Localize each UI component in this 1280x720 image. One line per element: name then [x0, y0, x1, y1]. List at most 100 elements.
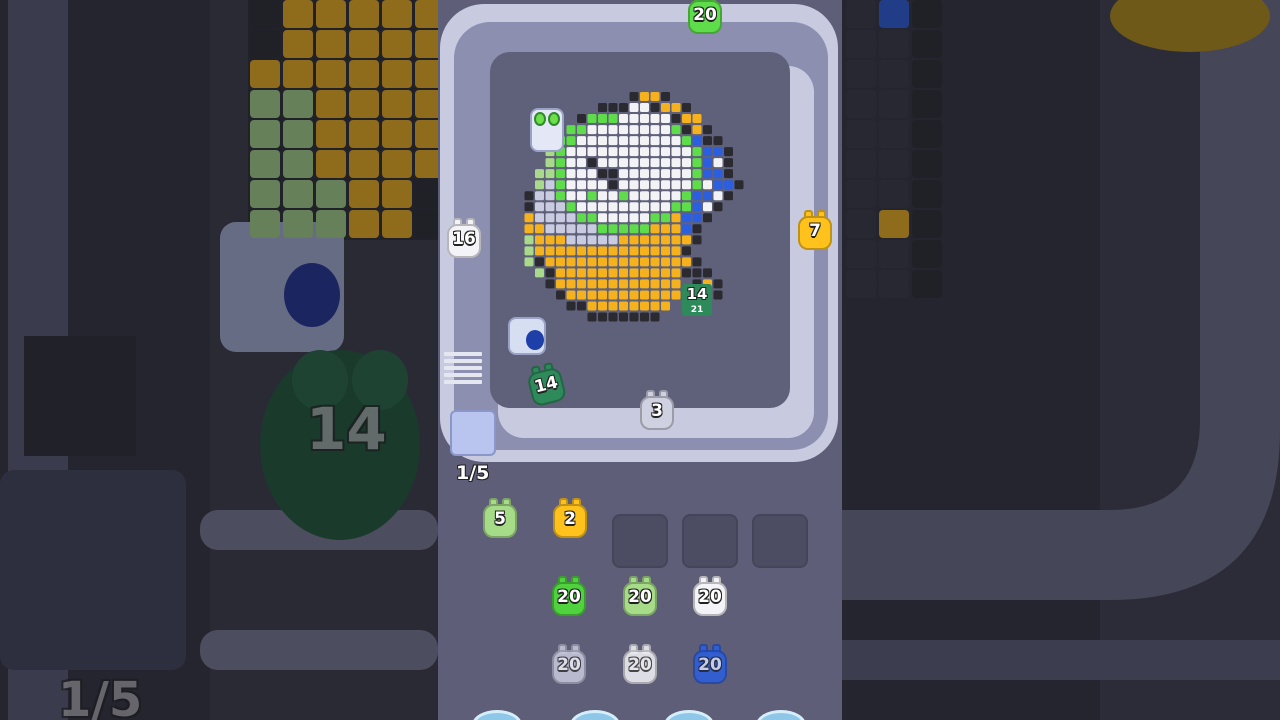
queued-pig[interactable]: 5 — [480, 496, 520, 540]
pixel-cell — [608, 246, 618, 256]
pixel-cell — [619, 224, 628, 234]
pixel-cell — [524, 191, 534, 201]
pixel-cell — [650, 268, 660, 278]
pixel-cell — [577, 125, 586, 135]
pixel-cell — [608, 158, 618, 168]
pixel-cell — [587, 158, 597, 168]
pixel-cell — [587, 191, 597, 201]
waiting-pig[interactable]: 20 — [549, 574, 589, 618]
pixel-cell — [640, 312, 649, 322]
pixel-cell — [629, 257, 639, 267]
queue-slot[interactable] — [682, 514, 738, 568]
pixel-cell — [724, 169, 733, 179]
pixel-cell — [650, 125, 660, 135]
pixel-cell — [629, 301, 639, 311]
pixel-cell — [556, 268, 565, 278]
pixel-cell — [587, 180, 597, 190]
conveyor-pig-left[interactable]: 16 — [444, 216, 484, 260]
pixel-cell — [598, 235, 607, 245]
pixel-cell — [671, 290, 681, 300]
pixel-cell — [671, 191, 681, 201]
pixel-cell — [650, 202, 660, 212]
pixel-cell — [566, 235, 576, 245]
pixel-cell — [692, 125, 702, 135]
pixel-cell — [640, 103, 649, 113]
pixel-cell — [535, 268, 544, 278]
queued-pig[interactable]: 2 — [550, 496, 590, 540]
pixel-cell — [682, 158, 691, 168]
pixel-cell — [650, 224, 660, 234]
pixel-cell — [535, 235, 544, 245]
pig-count: 20 — [557, 587, 581, 607]
pixel-cell — [619, 191, 628, 201]
pixel-cell — [587, 301, 597, 311]
pixel-cell — [608, 180, 618, 190]
pixel-cell — [661, 301, 670, 311]
pixel-cell — [640, 180, 649, 190]
pixel-cell — [619, 257, 628, 267]
pixel-cell — [629, 224, 639, 234]
pixel-cell — [598, 103, 607, 113]
conveyor-pig-right[interactable]: 7 — [795, 208, 835, 252]
pixel-cell — [629, 147, 639, 157]
conveyor-pig-bottom[interactable]: 3 — [637, 388, 677, 432]
pixel-cell — [640, 92, 649, 101]
pixel-cell — [629, 235, 639, 245]
pixel-cell — [598, 213, 607, 223]
pixel-cell — [650, 158, 660, 168]
pig-count: 20 — [557, 655, 581, 675]
pixel-cell — [566, 268, 576, 278]
pixel-cell — [556, 191, 565, 201]
pixel-cell — [598, 169, 607, 179]
queue-slot[interactable]: 5 — [472, 498, 528, 568]
goggle-icon — [548, 112, 560, 126]
pixel-cell — [577, 147, 586, 157]
pig-count: 20 — [693, 5, 717, 25]
pixel-cell — [577, 290, 586, 300]
pixel-cell — [650, 169, 660, 179]
pixel-cell — [650, 257, 660, 267]
pixel-cell — [661, 147, 670, 157]
pixel-cell — [545, 191, 555, 201]
pixel-cell — [587, 257, 597, 267]
pixel-cell — [577, 180, 586, 190]
pixel-cell — [640, 114, 649, 124]
pixel-cell — [608, 268, 618, 278]
pixel-cell — [692, 136, 702, 146]
pig-count: 16 — [452, 229, 476, 249]
pixel-cell — [640, 191, 649, 201]
pixel-cell — [692, 180, 702, 190]
pixel-cell — [713, 202, 723, 212]
waiting-pig[interactable]: 20 — [620, 574, 660, 618]
pixel-cell — [587, 279, 597, 289]
pixel-cell — [577, 246, 586, 256]
pixel-cell — [703, 202, 712, 212]
pixel-cell — [608, 290, 618, 300]
pixel-cell — [608, 202, 618, 212]
pixel-cell — [713, 180, 723, 190]
pixel-cell — [566, 191, 576, 201]
queue-slot[interactable]: 2 — [542, 498, 598, 568]
waiting-pig[interactable]: 20 — [690, 574, 730, 618]
queue-slot[interactable] — [612, 514, 668, 568]
board-counter-badge: 14 21 — [682, 284, 712, 316]
pixel-cell — [661, 235, 670, 245]
queue-slot[interactable] — [752, 514, 808, 568]
pixel-cell — [608, 301, 618, 311]
pixel-cell — [724, 180, 733, 190]
pixel-cell — [535, 224, 544, 234]
pixel-cell — [619, 312, 628, 322]
pixel-cell — [661, 180, 670, 190]
pixel-cell — [661, 125, 670, 135]
pixel-cell — [577, 235, 586, 245]
pixel-cell — [545, 180, 555, 190]
pixel-cell — [535, 180, 544, 190]
pixel-cell — [619, 290, 628, 300]
pixel-cell — [724, 191, 733, 201]
pixel-cell — [650, 290, 660, 300]
pixel-cell — [566, 224, 576, 234]
pixel-cell — [598, 246, 607, 256]
pixel-cell — [703, 147, 712, 157]
pixel-cell — [650, 246, 660, 256]
conveyor-pig-top[interactable]: 20 — [685, 0, 725, 36]
